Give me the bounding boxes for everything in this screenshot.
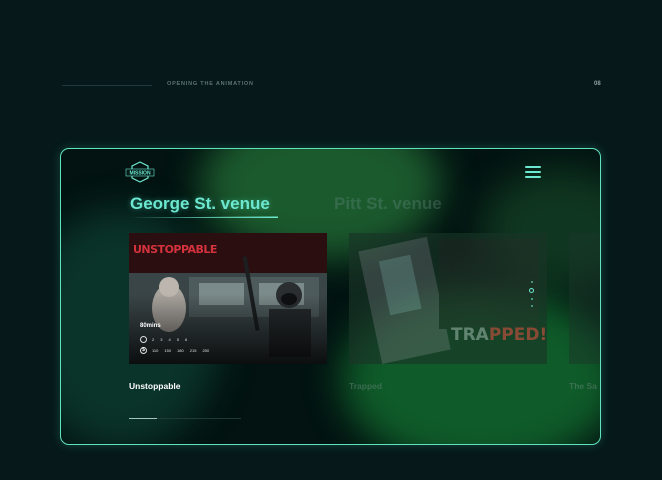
carousel-progress-fill: [129, 418, 157, 419]
duration-label: 80mins: [140, 323, 161, 329]
prices-row: 110 150 180 215 250: [152, 348, 210, 353]
pager-dot-current[interactable]: [529, 288, 534, 293]
tab-pitt-st[interactable]: Pitt St. venue: [334, 194, 442, 214]
slide-pagination: [529, 281, 534, 312]
pager-dot[interactable]: [530, 298, 533, 300]
price-icon: $: [140, 347, 147, 354]
active-tab-underline: [130, 216, 278, 218]
section-label: OPENING THE ANIMATION: [167, 81, 254, 87]
poster-title: TRAPPED!: [451, 325, 547, 345]
app-frame: MISSION George St. venue Pitt St. venue …: [60, 148, 601, 445]
card-name-partial[interactable]: The Sa: [569, 381, 597, 391]
players-row: 23456: [152, 337, 188, 342]
game-card-partial[interactable]: [569, 233, 600, 364]
hamburger-menu-icon[interactable]: [525, 166, 541, 179]
game-card-trapped[interactable]: TRAPPED!: [349, 233, 547, 364]
mission-logo[interactable]: MISSION: [125, 161, 155, 183]
pager-dot[interactable]: [530, 305, 533, 307]
card-name-trapped[interactable]: Trapped: [349, 381, 382, 391]
header-rule: [62, 85, 152, 86]
pager-dot[interactable]: [530, 281, 533, 283]
svg-text:MISSION: MISSION: [129, 171, 151, 177]
game-card-unstoppable[interactable]: UNSTOPPABLE 80mins 23456 $ 110 150 180 215 2…: [129, 233, 327, 364]
players-icon: [140, 336, 147, 343]
carousel-progress: [129, 418, 241, 419]
tab-george-st[interactable]: George St. venue: [130, 194, 270, 214]
page-number: 08: [594, 81, 601, 87]
card-name-unstoppable[interactable]: Unstoppable: [129, 381, 180, 391]
